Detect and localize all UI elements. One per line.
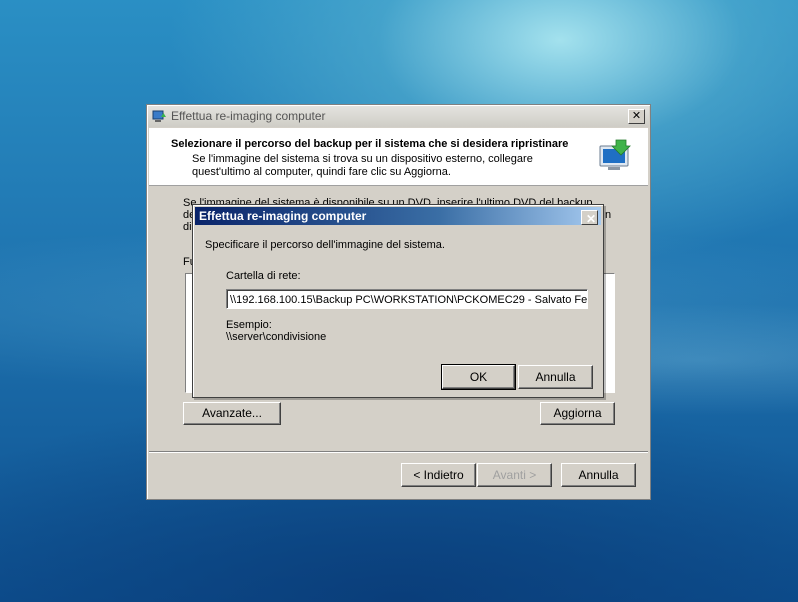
reimage-app-icon — [152, 110, 166, 122]
close-icon: ✕ — [631, 109, 642, 122]
wizard-close-button[interactable]: ✕ — [628, 109, 645, 124]
example-value: \\server\condivisione — [226, 331, 327, 343]
dialog-content: Specificare il percorso dell'immagine de… — [195, 226, 601, 395]
dialog-instruction: Specificare il percorso dell'immagine de… — [205, 239, 445, 251]
next-button[interactable]: Avanti > — [477, 463, 552, 487]
close-icon: ✕ — [586, 212, 597, 226]
computer-restore-icon — [599, 139, 631, 170]
cancel-button[interactable]: Annulla — [561, 463, 636, 487]
advanced-button[interactable]: Avanzate... — [183, 402, 281, 425]
body-line-2-end: n — [605, 209, 612, 221]
wizard-header: Selezionare il percorso del backup per i… — [149, 128, 648, 186]
refresh-button[interactable]: Aggiorna — [540, 402, 615, 425]
ok-button[interactable]: OK — [441, 364, 516, 390]
header-title: Selezionare il percorso del backup per i… — [171, 138, 569, 150]
dialog-close-button[interactable]: ✕ — [581, 210, 598, 225]
wizard-separator — [149, 451, 648, 453]
dialog-title: Effettua re-imaging computer — [199, 209, 367, 223]
example-label: Esempio: — [226, 319, 272, 331]
network-folder-label: Cartella di rete: — [226, 270, 301, 282]
header-subtitle: Se l'immagine del sistema si trova su un… — [192, 153, 533, 178]
back-button[interactable]: < Indietro — [401, 463, 476, 487]
dialog-cancel-button[interactable]: Annulla — [518, 365, 593, 389]
network-path-input[interactable]: \\192.168.100.15\Backup PC\WORKSTATION\P… — [226, 289, 588, 309]
wizard-titlebar: Effettua re-imaging computer ✕ — [148, 106, 649, 127]
dialog-titlebar: Effettua re-imaging computer ✕ — [195, 207, 601, 225]
body-line-3-start: di — [183, 221, 192, 233]
network-path-dialog: Effettua re-imaging computer ✕ Specifica… — [192, 204, 604, 398]
wizard-title: Effettua re-imaging computer — [171, 109, 326, 123]
